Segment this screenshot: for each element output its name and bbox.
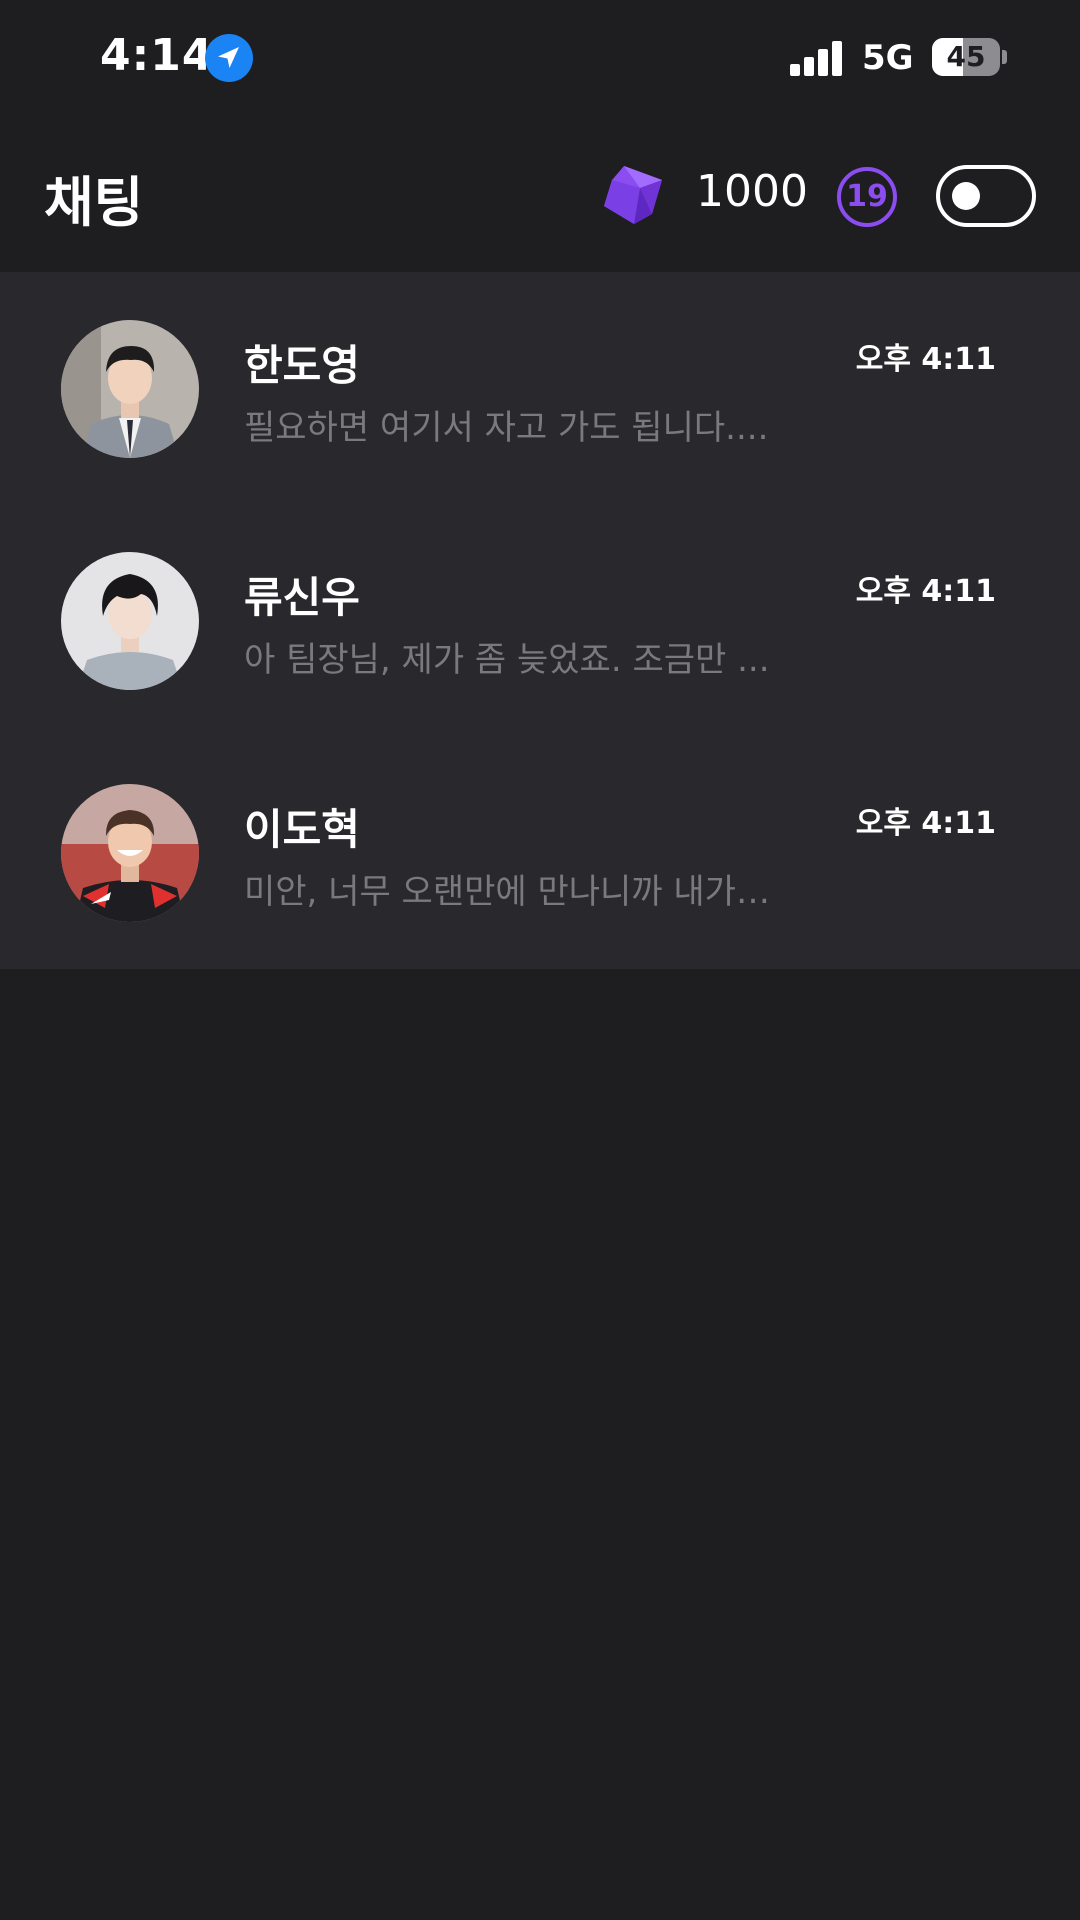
chat-list-item[interactable]: 이도혁 오후 4:11 미안, 너무 오랜만에 만나니까 내가…: [0, 736, 1080, 968]
status-time: 4:14: [100, 30, 214, 81]
chat-list-item[interactable]: 한도영 오후 4:11 필요하면 여기서 자고 가도 됩니다....: [0, 272, 1080, 504]
battery-icon: 45: [932, 38, 1000, 76]
chat-list-item[interactable]: 류신우 오후 4:11 아 팀장님, 제가 좀 늦었죠. 조금만 ...: [0, 504, 1080, 736]
chat-time: 오후 4:11: [855, 806, 996, 841]
chat-preview: 필요하면 여기서 자고 가도 됩니다....: [244, 408, 769, 448]
avatar: [61, 320, 199, 458]
location-arrow-icon: [205, 34, 253, 82]
page-title: 채팅: [44, 171, 144, 234]
chat-time: 오후 4:11: [855, 342, 996, 377]
chat-name: 이도혁: [244, 805, 360, 854]
network-label: 5G: [862, 38, 914, 78]
avatar: [61, 784, 199, 922]
chat-name: 한도영: [244, 341, 360, 390]
chat-preview: 아 팀장님, 제가 좀 늦었죠. 조금만 ...: [244, 640, 770, 680]
chat-preview: 미안, 너무 오랜만에 만나니까 내가…: [244, 872, 770, 912]
chat-name: 류신우: [244, 573, 360, 622]
avatar: [61, 552, 199, 690]
battery-cap: [1002, 50, 1007, 64]
chat-list: 한도영 오후 4:11 필요하면 여기서 자고 가도 됩니다.... 류신우 오…: [0, 272, 1080, 969]
battery-label: 45: [946, 40, 986, 73]
age-rating-badge: 19: [837, 167, 897, 227]
app-header: 채팅 1000 19: [0, 120, 1080, 272]
chat-time: 오후 4:11: [855, 574, 996, 609]
toggle-knob: [952, 182, 980, 210]
gem-count[interactable]: 1000: [696, 166, 808, 217]
mode-toggle[interactable]: [936, 165, 1036, 227]
cellular-signal-icon: [790, 40, 844, 76]
gem-icon[interactable]: [600, 162, 670, 230]
status-bar: 4:14 5G 45: [0, 0, 1080, 120]
